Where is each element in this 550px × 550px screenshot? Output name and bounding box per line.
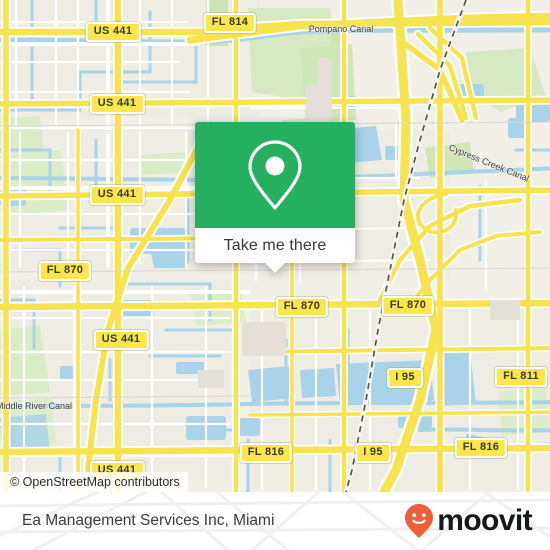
road-shield: FL 816 [239,443,293,463]
road-shield: FL 870 [38,261,92,281]
map-canvas[interactable]: FL 814 US 441 US 441 US 441 FL 870 US 44… [0,0,550,492]
footer-bar: Ea Management Services Inc, Miami moovit [0,492,550,550]
road-shield: FL 811 [495,367,547,387]
road-shield: I 95 [355,443,391,463]
place-title: Ea Management Services Inc, Miami [22,512,275,529]
callout-pointer-tip [265,263,285,273]
attribution-text: © OpenStreetMap contributors [10,475,180,489]
road-shield: I 95 [387,368,423,388]
location-callout-card[interactable]: Take me there [195,122,355,273]
road-shield: US 441 [89,185,145,205]
road-shield: US 441 [89,94,145,114]
road-shield: FL 814 [203,13,257,33]
take-me-there-label: Take me there [223,236,327,254]
location-pin-icon [248,140,302,210]
road-shield: US 441 [93,330,149,350]
moovit-smiley-pin-icon [405,504,434,538]
map-feature-label: Pompano Canal [308,24,374,34]
moovit-map-screenshot: FL 814 US 441 US 441 US 441 FL 870 US 44… [0,0,550,550]
map-feature-label: Middle River Canal [0,401,73,411]
callout-action-bar[interactable]: Take me there [195,228,355,273]
road-shield: FL 870 [381,296,435,316]
moovit-logo[interactable]: moovit [404,503,533,539]
road-shield: FL 816 [454,438,508,458]
road-shield: US 441 [85,22,141,42]
callout-image-panel [195,122,355,228]
road-shield: FL 870 [275,297,329,317]
map-attribution[interactable]: © OpenStreetMap contributors [0,472,188,492]
moovit-wordmark: moovit [437,504,532,537]
